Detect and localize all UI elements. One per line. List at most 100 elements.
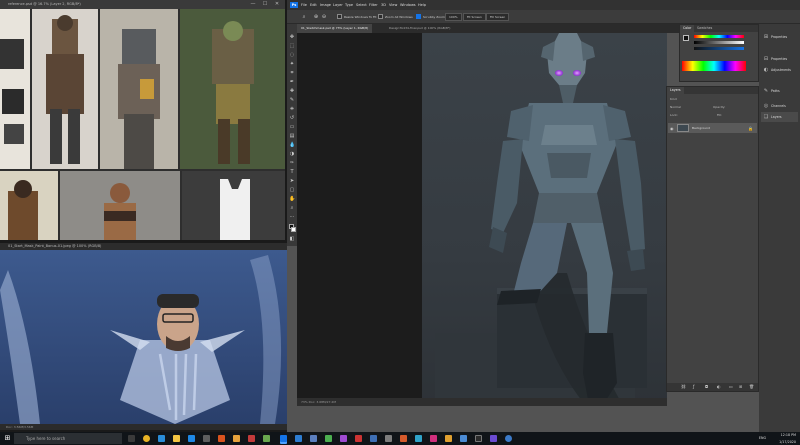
marquee-tool-icon[interactable]: ⬚ — [289, 43, 295, 49]
blur-tool-icon[interactable]: 💧 — [289, 142, 295, 148]
photoshop-taskbar-icon[interactable] — [280, 435, 287, 442]
lasso-tool-icon[interactable]: ◌ — [289, 52, 295, 58]
more-tools-icon[interactable]: ⋯ — [289, 214, 295, 220]
taskbar-search-box[interactable]: Type here to search — [14, 433, 122, 444]
path-select-icon[interactable]: ➤ — [289, 178, 295, 184]
shape-tool-icon[interactable]: ▢ — [289, 187, 295, 193]
app-icon-magenta[interactable] — [430, 435, 437, 442]
mail-icon[interactable] — [188, 435, 195, 442]
resize-windows-checkbox[interactable] — [337, 14, 342, 19]
app-icon-crimson[interactable] — [355, 435, 362, 442]
menu-layer[interactable]: Layer — [333, 0, 343, 10]
hand-tool-icon[interactable]: ✋ — [289, 196, 295, 202]
store-icon[interactable] — [203, 435, 210, 442]
app-icon-dark[interactable] — [475, 435, 482, 442]
panel-button-channels[interactable]: ◎ Channels — [761, 101, 798, 111]
app-icon-gold[interactable] — [445, 435, 452, 442]
blend-mode-select[interactable]: Normal — [670, 105, 681, 109]
dodge-tool-icon[interactable]: ◑ — [289, 151, 295, 157]
app-icon-slate[interactable] — [310, 435, 317, 442]
tab-layers[interactable]: Layers — [667, 87, 684, 94]
clock[interactable]: 12:18 PM 1/17/2020 — [768, 432, 796, 445]
eraser-tool-icon[interactable]: ▭ — [289, 124, 295, 130]
app-icon-gray[interactable] — [385, 435, 392, 442]
layer-style-icon[interactable]: ƒ — [693, 384, 694, 389]
panel-button-layers[interactable]: ❏ Layers — [761, 112, 798, 122]
app-icon-rust[interactable] — [400, 435, 407, 442]
hue-slider[interactable] — [694, 35, 744, 38]
link-layers-icon[interactable]: ⛓ — [681, 384, 686, 389]
new-layer-icon[interactable]: ⊞ — [739, 384, 742, 389]
document-canvas[interactable] — [297, 33, 667, 406]
zoom-in-icon[interactable]: ⊕ — [313, 14, 319, 20]
zoom-tool-panel-icon[interactable]: ⌕ — [289, 205, 295, 211]
eyedropper-tool-icon[interactable]: ✒ — [289, 79, 295, 85]
menu-image[interactable]: Image — [320, 0, 331, 10]
tab-swatches[interactable]: Swatches — [694, 25, 715, 32]
app-icon-purple[interactable] — [340, 435, 347, 442]
app-icon-green[interactable] — [263, 435, 270, 442]
panel-button-adjustments[interactable]: ◐ Adjustments — [761, 65, 798, 75]
app-icon-globe[interactable] — [505, 435, 512, 442]
app-icon-orange[interactable] — [218, 435, 225, 442]
visibility-eye-icon[interactable]: ◉ — [670, 126, 674, 131]
file-explorer-icon[interactable] — [173, 435, 180, 442]
layer-filter-label[interactable]: Kind — [670, 97, 677, 101]
scrubby-zoom-checkbox[interactable] — [416, 14, 421, 19]
app-icon-teal[interactable] — [415, 435, 422, 442]
edge-icon[interactable] — [158, 435, 165, 442]
background-color-swatch[interactable] — [291, 227, 296, 232]
layer-row-background[interactable]: ◉ Background 🔒 — [668, 123, 757, 133]
fill-screen-button[interactable]: Fill Screen — [486, 13, 510, 21]
app-icon-amber[interactable] — [233, 435, 240, 442]
quick-select-tool-icon[interactable]: ✦ — [289, 61, 295, 67]
menu-file[interactable]: File — [301, 0, 307, 10]
zoom-value-field[interactable]: 100% — [445, 13, 462, 21]
app-icon-blue[interactable] — [295, 435, 302, 442]
new-group-icon[interactable]: ▭ — [729, 384, 733, 389]
fit-screen-button[interactable]: Fit Screen — [463, 13, 486, 21]
menu-windows[interactable]: Windows — [400, 0, 416, 10]
menu-edit[interactable]: Edit — [310, 0, 317, 10]
crop-tool-icon[interactable]: ⌗ — [289, 70, 295, 76]
windows-start-icon[interactable]: ⊞ — [3, 434, 12, 443]
layer-name[interactable]: Background — [692, 123, 710, 133]
zoom-out-icon[interactable]: ⊖ — [321, 14, 327, 20]
menu-select[interactable]: Select — [356, 0, 367, 10]
panel-button-properties[interactable]: ⊟ Properties — [761, 54, 798, 64]
gradient-tool-icon[interactable]: ▤ — [289, 133, 295, 139]
menu-type[interactable]: Type — [345, 0, 353, 10]
brightness-slider[interactable] — [694, 47, 744, 50]
chrome-icon[interactable] — [143, 435, 150, 442]
brush-tool-icon[interactable]: ✎ — [289, 97, 295, 103]
saturation-slider[interactable] — [694, 41, 744, 44]
quick-mask-icon[interactable]: ◧ — [289, 236, 295, 242]
app-icon-violet[interactable] — [490, 435, 497, 442]
close-button[interactable]: ✕ — [272, 0, 282, 9]
healing-tool-icon[interactable]: ✚ — [289, 88, 295, 94]
zoom-all-windows-checkbox[interactable] — [378, 14, 383, 19]
color-panel-foreground[interactable] — [683, 35, 689, 41]
stamp-tool-icon[interactable]: ⎈ — [289, 106, 295, 112]
panel-button-properties-top[interactable]: ⊞ Properties — [761, 32, 798, 42]
adjustment-layer-icon[interactable]: ◐ — [717, 384, 721, 389]
menu-help[interactable]: Help — [418, 0, 426, 10]
task-view-icon[interactable] — [128, 435, 135, 442]
app-icon-lime[interactable] — [325, 435, 332, 442]
menu-view[interactable]: View — [389, 0, 397, 10]
tab-color[interactable]: Color — [680, 25, 695, 32]
trash-icon[interactable]: 🗑 — [749, 384, 754, 389]
tab-design-final[interactable]: Design7b434-final.psd @ 100% (RGB/8*) — [385, 24, 454, 33]
menu-filter[interactable]: Filter — [369, 0, 378, 10]
app-icon-sky[interactable] — [460, 435, 467, 442]
maximize-button[interactable]: ☐ — [260, 0, 270, 9]
move-tool-icon[interactable]: ✥ — [289, 34, 295, 40]
pen-tool-icon[interactable]: ✑ — [289, 160, 295, 166]
layer-mask-icon[interactable]: ◘ — [705, 384, 708, 389]
history-brush-icon[interactable]: ↺ — [289, 115, 295, 121]
tab-sketchmask[interactable]: 01_Sketchmask.psd @ 73% (Layer 1, RGB/8) — [297, 24, 373, 33]
app-icon-navy[interactable] — [370, 435, 377, 442]
menu-3d[interactable]: 3D — [381, 0, 386, 10]
color-spectrum[interactable] — [682, 61, 746, 71]
minimize-button[interactable]: — — [248, 0, 258, 9]
